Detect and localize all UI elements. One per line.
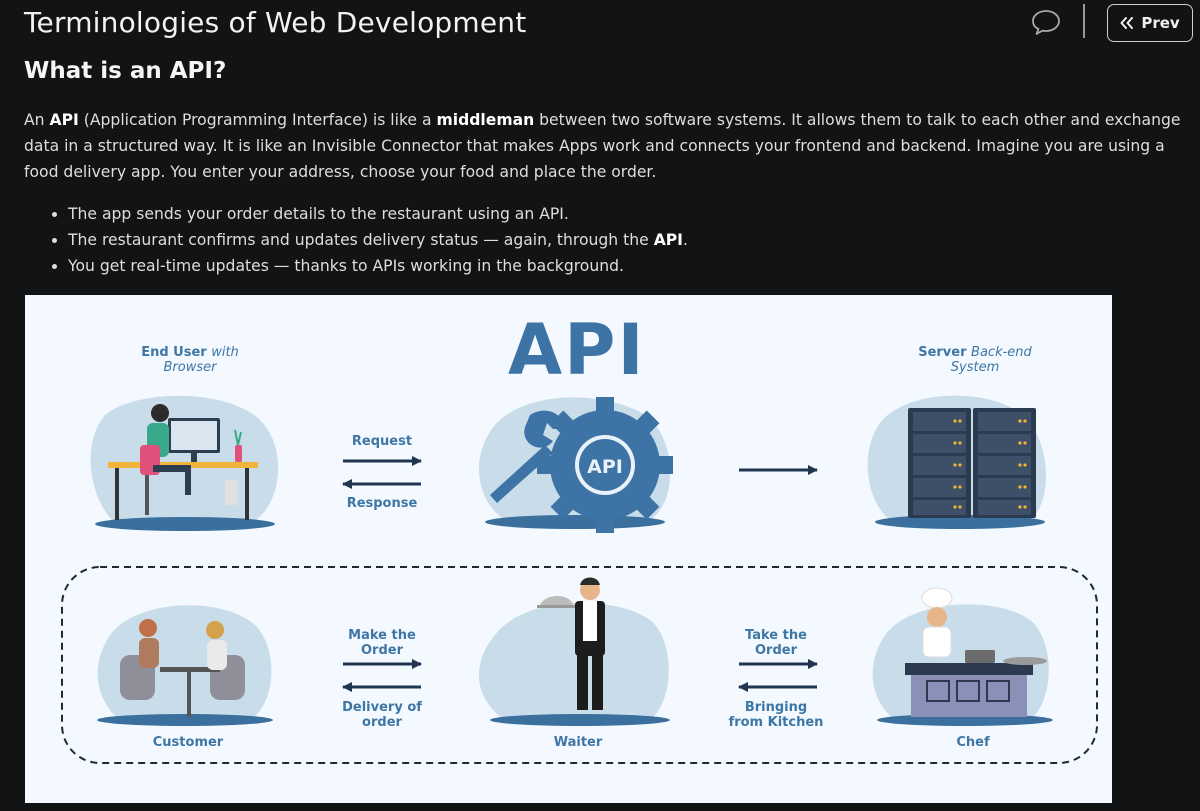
intro-text: between two software systems. It allows …: [534, 111, 1181, 129]
waiter-scene: [478, 577, 670, 726]
label-part: Delivery of: [342, 700, 422, 715]
header-divider: [1083, 4, 1085, 38]
delivery-label: Delivery of order: [332, 700, 432, 730]
bringing-label: Bringing from Kitchen: [715, 700, 837, 730]
bullet-list: The app sends your order details to the …: [44, 201, 688, 279]
api-bold: API: [49, 111, 79, 129]
intro-paragraph: An API (Application Programming Interfac…: [24, 107, 1200, 185]
label-part: System: [950, 360, 1000, 375]
api-gear-scene: [478, 397, 673, 533]
request-label: Request: [351, 434, 413, 449]
label-part: End User: [141, 345, 212, 360]
intro-text: data in a structured way. It is like an …: [24, 137, 1165, 155]
middleman-bold: middleman: [436, 111, 535, 129]
list-item-text: The app sends your order details to the …: [68, 205, 569, 223]
list-item: The app sends your order details to the …: [68, 201, 688, 227]
label-part: Bringing: [744, 700, 808, 715]
server-scene: [867, 395, 1047, 529]
double-chevron-left-icon: [1120, 17, 1134, 29]
label-part: Browser: [163, 360, 217, 375]
list-item: The restaurant confirms and updates deli…: [68, 227, 688, 253]
label-part: Make the: [348, 628, 416, 643]
label-part: Back-end: [971, 345, 1032, 360]
api-illustration: API API End User with Browser Server Back…: [25, 295, 1112, 803]
section-heading: What is an API?: [24, 58, 227, 84]
page-title: Terminologies of Web Development: [24, 6, 527, 39]
label-part: Order: [361, 643, 403, 658]
customer-scene: [97, 605, 273, 726]
intro-text: food delivery app. You enter your addres…: [24, 163, 657, 181]
waiter-label: Waiter: [553, 735, 603, 750]
intro-text: An: [24, 111, 50, 129]
label-part: Server: [918, 345, 972, 360]
customer-label: Customer: [152, 735, 224, 750]
response-label: Response: [346, 496, 418, 511]
end-user-label: End User with Browser: [120, 345, 260, 375]
label-part: order: [362, 715, 402, 730]
prev-button-label: Prev: [1141, 14, 1180, 32]
intro-text: (Application Programming Interface) is l…: [78, 111, 437, 129]
end-user-scene: [90, 395, 279, 531]
list-item-bold: API: [653, 231, 683, 249]
comment-button[interactable]: [1028, 6, 1064, 38]
chef-scene: [872, 587, 1053, 726]
list-item: You get real-time updates — thanks to AP…: [68, 253, 688, 279]
speech-bubble-icon: [1032, 10, 1060, 35]
server-label: Server Back-end System: [900, 345, 1050, 375]
list-item-text: The restaurant confirms and updates deli…: [68, 231, 654, 249]
label-part: Order: [755, 643, 797, 658]
label-part: with: [211, 345, 239, 360]
make-order-label: Make the Order: [332, 628, 432, 658]
take-order-label: Take the Order: [726, 628, 826, 658]
list-item-text: .: [683, 231, 688, 249]
gear-api-label: API: [587, 456, 623, 478]
list-item-text: You get real-time updates — thanks to AP…: [68, 257, 624, 275]
label-part: from Kitchen: [728, 715, 824, 730]
prev-button[interactable]: Prev: [1107, 4, 1193, 42]
label-part: Take the: [745, 628, 807, 643]
chef-label: Chef: [956, 735, 990, 750]
api-big-title: API: [508, 309, 646, 391]
